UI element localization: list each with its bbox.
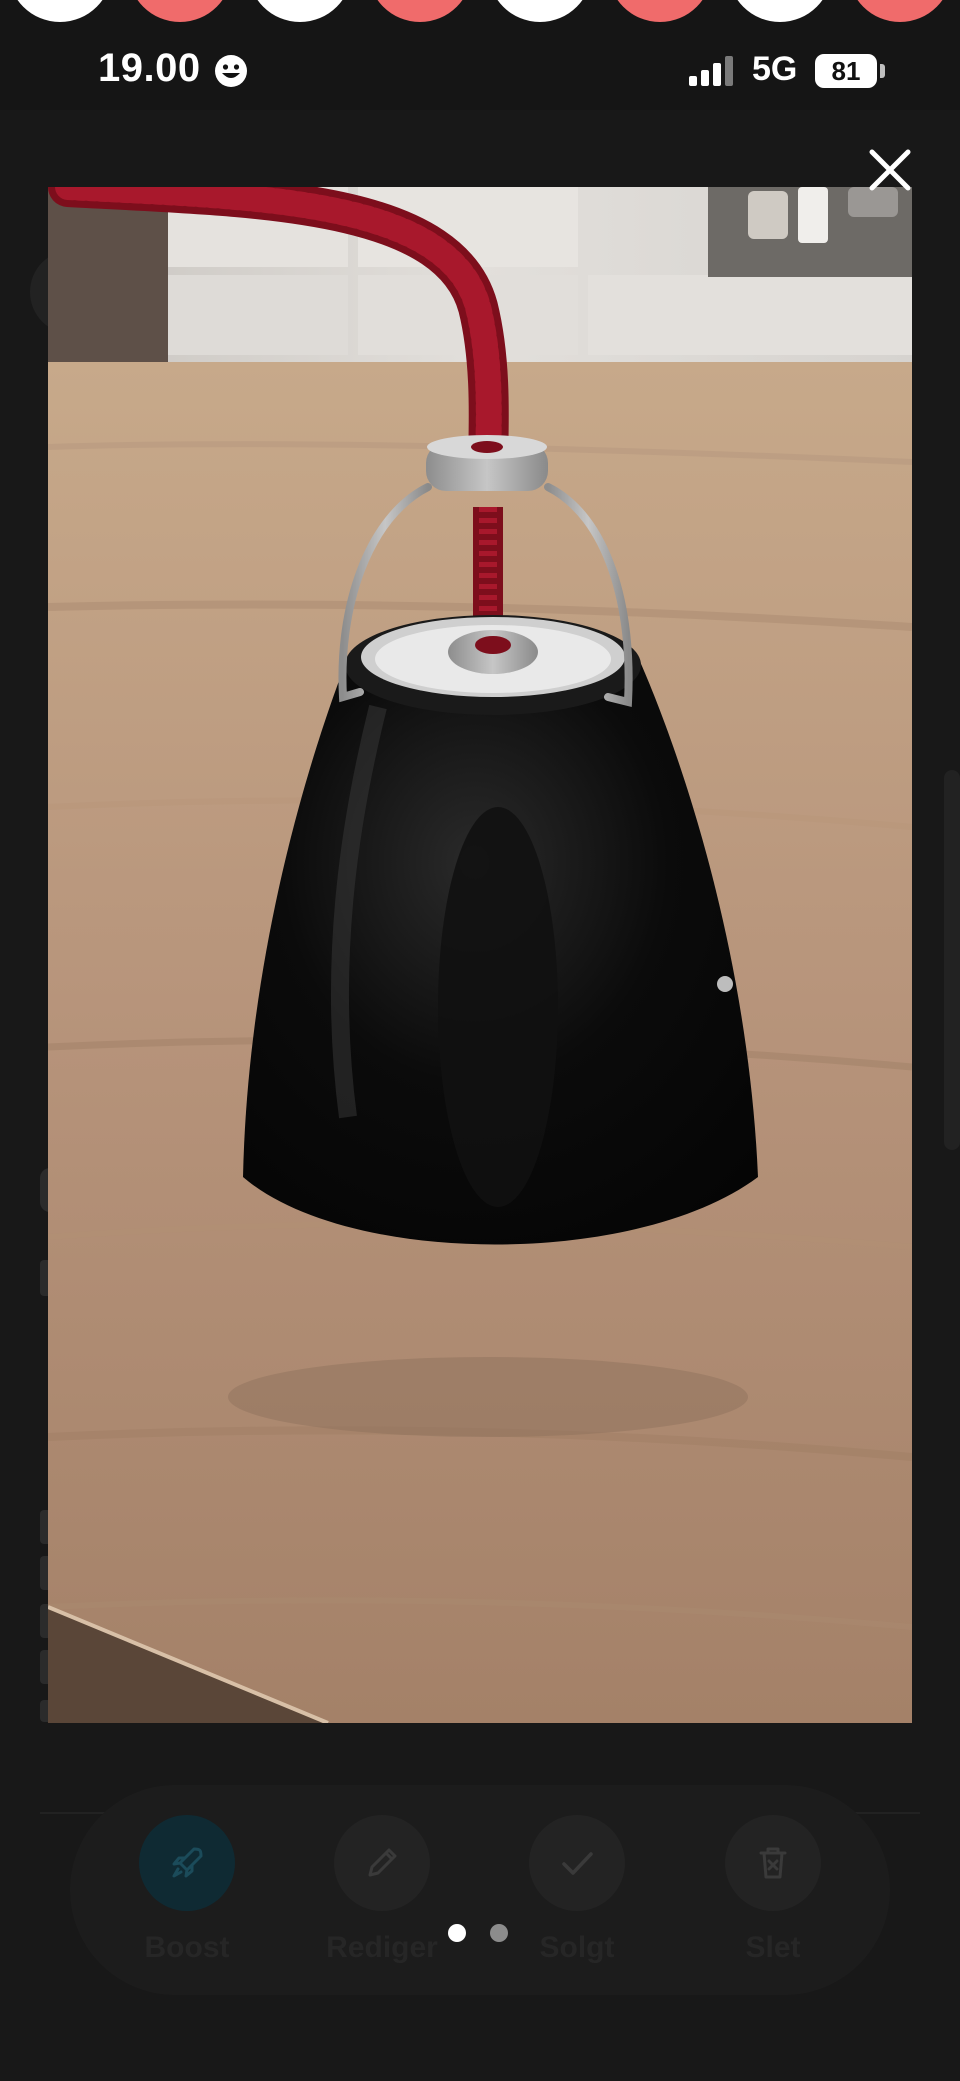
top-decoration [0, 0, 960, 30]
edit-label: Rediger [326, 1931, 438, 1964]
close-icon [869, 149, 911, 191]
checkmark-icon [562, 1852, 593, 1875]
pencil-icon [368, 1848, 397, 1877]
smiley-icon [214, 54, 248, 88]
background-card-edge [944, 770, 960, 1150]
image-page-indicator [448, 1924, 518, 1944]
page-dot-inactive[interactable] [490, 1924, 508, 1942]
product-photo[interactable] [48, 187, 912, 1723]
pendant-lamp-image [48, 187, 912, 1723]
close-button[interactable] [862, 142, 918, 198]
battery-cap [880, 64, 885, 78]
sold-button: Solgt [502, 1815, 652, 1985]
signal-icon [688, 56, 738, 86]
battery-indicator: 81 [815, 54, 877, 88]
network-type: 5G [752, 50, 798, 88]
status-bar: 19.00 5G 81 [0, 40, 960, 100]
listing-action-bar: Boost Rediger Solgt Slet [70, 1785, 890, 1995]
delete-button: Slet [698, 1815, 848, 1985]
status-time: 19.00 [98, 46, 201, 90]
delete-label: Slet [745, 1931, 801, 1964]
boost-label: Boost [144, 1931, 230, 1964]
trash-icon [759, 1847, 787, 1879]
sold-label: Solgt [539, 1931, 615, 1964]
rocket-icon [172, 1847, 203, 1878]
edit-button: Rediger [307, 1815, 457, 1985]
boost-button: Boost [112, 1815, 262, 1985]
page-dot-active[interactable] [448, 1924, 466, 1942]
